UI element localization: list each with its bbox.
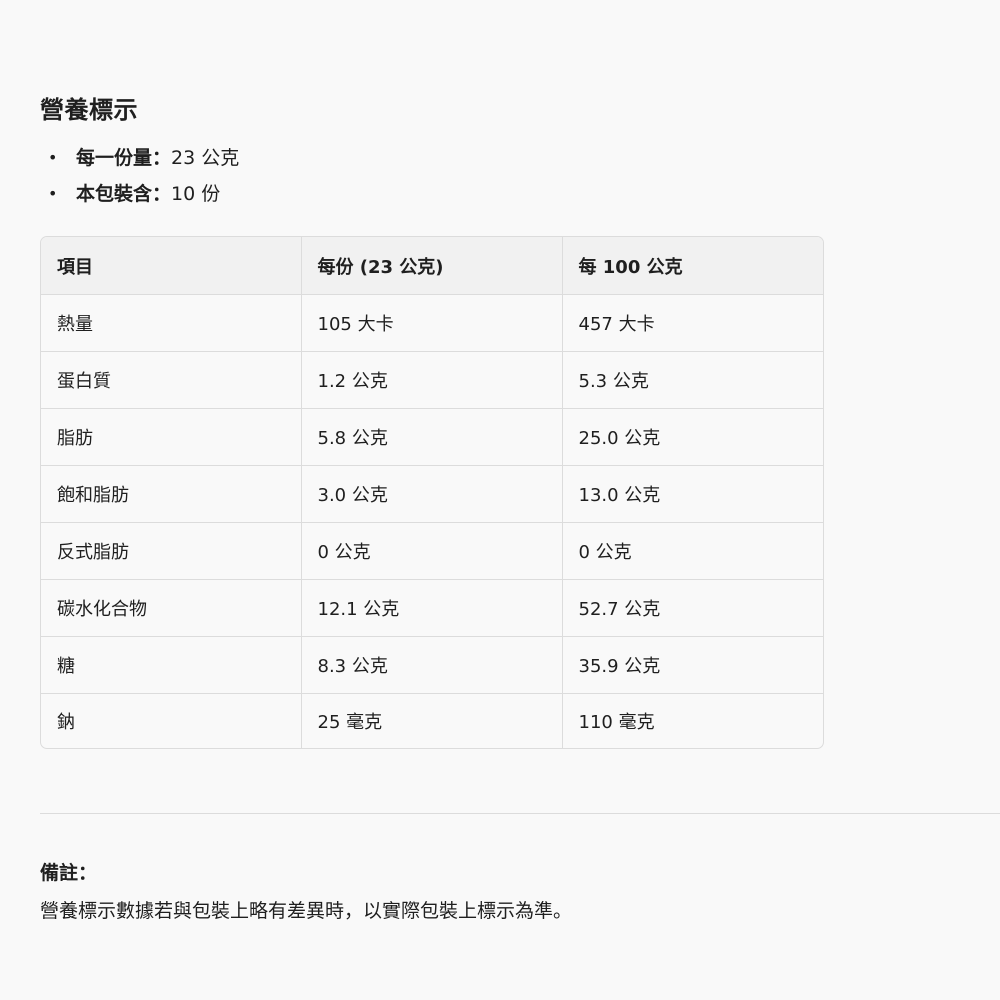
table-row: 反式脂肪 0 公克 0 公克 [41,522,823,580]
serving-size-sep: ： [152,147,172,169]
table-cell: 8.3 公克 [301,636,563,694]
note-label: 備註： [40,862,98,884]
column-header-item: 項目 [41,237,302,295]
table-row: 脂肪 5.8 公克 25.0 公克 [41,408,823,466]
table-row: 糖 8.3 公克 35.9 公克 [41,636,823,694]
table-cell: 熱量 [41,294,302,352]
bullet-icon: • [48,148,58,167]
servings-per-package-label: 本包裝含 [76,183,153,205]
table-row: 鈉 25 毫克 110 毫克 [41,693,823,748]
table-cell: 13.0 公克 [562,465,823,523]
nutrition-table: 項目 每份 (23 公克) 每 100 公克 熱量 105 大卡 457 大卡 … [40,236,824,749]
serving-size-value: 23 公克 [171,147,240,169]
note-text: 營養標示數據若與包裝上略有差異時，以實際包裝上標示為準。 [40,900,573,922]
bullet-icon: • [48,184,58,203]
table-cell: 碳水化合物 [41,579,302,637]
table-cell: 0 公克 [562,522,823,580]
table-cell: 蛋白質 [41,351,302,409]
table-row: 蛋白質 1.2 公克 5.3 公克 [41,351,823,409]
table-cell: 457 大卡 [562,294,823,352]
column-header-per-100g: 每 100 公克 [562,237,823,295]
table-cell: 12.1 公克 [301,579,563,637]
serving-info-list: • 每一份量： 23 公克 • 本包裝含： 10 份 [48,140,239,212]
table-cell: 3.0 公克 [301,465,563,523]
table-cell: 25.0 公克 [562,408,823,466]
table-cell: 25 毫克 [301,693,563,748]
servings-per-package-value: 10 份 [171,183,221,205]
servings-per-package-sep: ： [152,183,172,205]
table-cell: 0 公克 [301,522,563,580]
column-header-per-serving: 每份 (23 公克) [301,237,563,295]
table-cell: 35.9 公克 [562,636,823,694]
serving-size-label: 每一份量 [76,147,153,169]
table-row: 飽和脂肪 3.0 公克 13.0 公克 [41,465,823,523]
section-divider [40,813,1000,814]
table-cell: 110 毫克 [578,712,655,733]
table-header-row: 項目 每份 (23 公克) 每 100 公克 [41,237,823,295]
table-row: 熱量 105 大卡 457 大卡 [41,294,823,352]
table-cell: 反式脂肪 [41,522,302,580]
table-cell: 105 大卡 [301,294,563,352]
table-cell: 52.7 公克 [562,579,823,637]
table-cell: 1.2 公克 [301,351,563,409]
table-cell: 脂肪 [41,408,302,466]
page-title: 營養標示 [40,96,138,124]
list-item: • 本包裝含： 10 份 [48,176,239,212]
table-cell: 5.8 公克 [301,408,563,466]
table-row: 碳水化合物 12.1 公克 52.7 公克 [41,579,823,637]
table-cell: 5.3 公克 [562,351,823,409]
nutrition-page: 營養標示 • 每一份量： 23 公克 • 本包裝含： 10 份 項目 每份 (23 … [0,0,1000,1000]
table-cell: 飽和脂肪 [41,465,302,523]
table-cell: 鈉 [41,693,302,748]
list-item: • 每一份量： 23 公克 [48,140,239,176]
table-cell: 糖 [41,636,302,694]
